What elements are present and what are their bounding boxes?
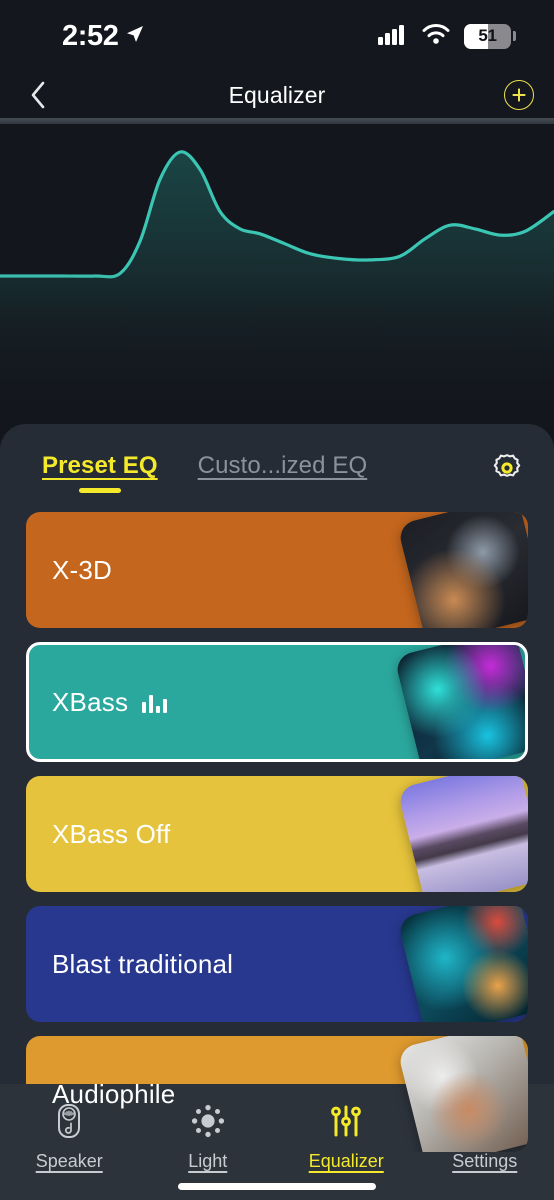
home-indicator [178, 1183, 376, 1190]
nav-header: Equalizer [0, 72, 554, 118]
preset-card-label: Blast traditional [52, 948, 234, 979]
preset-card-label-wrap: Blast traditional [26, 949, 233, 980]
tab-preset-eq-label: Preset EQ [42, 452, 158, 479]
cellular-signal-icon [378, 23, 408, 50]
tab-active-indicator [78, 488, 121, 493]
preset-card-label: X-3D [52, 554, 113, 585]
preset-card-list: X-3D XBass XBass Off Blast traditional Audio… [0, 512, 554, 1152]
preset-card-label-wrap: Audiophile [26, 1079, 175, 1110]
preset-thumbnail [396, 906, 528, 1022]
nav-item-equalizer[interactable]: Equalizer [277, 1100, 416, 1172]
preset-thumbnail-art [393, 645, 525, 759]
eq-curve-visualization [0, 124, 554, 440]
eq-tab-bar: Preset EQ Custo...ized EQ [0, 424, 554, 512]
battery-cap [513, 31, 516, 41]
status-time: 2:52 [62, 19, 119, 52]
equalizer-sliders-icon [331, 1105, 362, 1137]
equalizer-bars-icon [142, 691, 168, 713]
preset-card-label: XBass [52, 686, 129, 717]
tab-customized-eq-label: Custo...ized EQ [197, 452, 368, 479]
tab-preset-eq[interactable]: Preset EQ [42, 452, 158, 493]
preset-card[interactable]: Blast traditional [26, 906, 528, 1022]
page-title: Equalizer [228, 81, 326, 108]
nav-item-light-label: Light [188, 1151, 228, 1171]
chevron-left-icon [31, 81, 45, 109]
preset-card-label: Audiophile [52, 1078, 176, 1109]
preset-card-label-wrap: XBass Off [26, 819, 170, 850]
eq-curve-svg [0, 150, 554, 440]
nav-item-equalizer-label: Equalizer [308, 1151, 384, 1171]
brightness-icon [191, 1104, 224, 1138]
gear-icon [493, 454, 521, 477]
preset-thumbnail [396, 512, 528, 628]
preset-card-label-wrap: XBass [29, 686, 168, 718]
wifi-icon [422, 23, 450, 49]
preset-card-label: XBass Off [52, 818, 171, 849]
add-preset-button[interactable] [504, 80, 534, 110]
preset-card[interactable]: X-3D [26, 512, 528, 628]
plus-icon [512, 88, 526, 102]
preset-thumbnail-art [396, 906, 528, 1022]
status-bar-right: 51 [378, 23, 516, 50]
status-bar-left: 2:52 [62, 20, 145, 53]
preset-card-label-wrap: X-3D [26, 555, 112, 586]
preset-card[interactable]: XBass [26, 642, 528, 762]
battery-percent: 51 [478, 26, 497, 45]
nav-item-settings-label: Settings [452, 1151, 518, 1171]
battery-indicator: 51 [464, 23, 516, 49]
nav-item-light[interactable]: Light [139, 1100, 278, 1172]
tab-customized-eq[interactable]: Custo...ized EQ [198, 452, 368, 484]
preset-thumbnail [396, 776, 528, 892]
preset-thumbnail-art [396, 512, 528, 628]
preset-thumbnail-art [396, 776, 528, 892]
status-bar: 2:52 51 [0, 0, 554, 72]
eq-settings-button[interactable] [484, 445, 530, 491]
location-arrow-icon [125, 24, 145, 49]
nav-item-speaker-label: Speaker [35, 1151, 103, 1171]
nav-item-speaker[interactable]: Speaker [0, 1100, 139, 1172]
back-button[interactable] [18, 75, 58, 115]
preset-thumbnail [393, 645, 525, 759]
preset-card[interactable]: XBass Off [26, 776, 528, 892]
